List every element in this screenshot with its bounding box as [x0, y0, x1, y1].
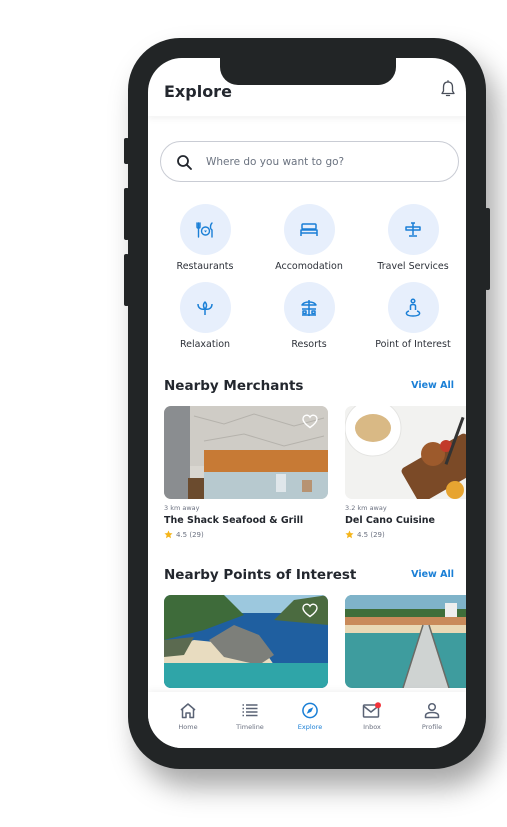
compass-icon	[302, 702, 318, 719]
category-label: Point of Interest	[375, 339, 451, 350]
category-icon-bg	[387, 204, 439, 255]
category-icon-bg	[179, 204, 231, 255]
poi-photo	[164, 595, 328, 688]
poi-card[interactable]	[345, 595, 466, 688]
mute-switch	[124, 138, 129, 164]
page-title: Explore	[164, 82, 232, 101]
nav-label: Profile	[421, 723, 443, 731]
merchant-name: The Shack Seafood & Grill	[164, 515, 304, 526]
merchant-rating: 4.5 (29)	[345, 530, 466, 539]
bottom-navigation: Home Timeline Explore Inbox Profile	[148, 692, 466, 748]
category-accomodation[interactable]: Accomodation	[257, 204, 361, 272]
rating-value: 4.5 (29)	[176, 530, 204, 539]
category-icon-bg	[283, 204, 335, 255]
star-icon	[164, 530, 173, 539]
section-title-merchants: Nearby Merchants	[164, 378, 304, 394]
search-input[interactable]	[206, 152, 446, 172]
stage: Explore Where do you want to go? Restaur…	[0, 0, 507, 827]
bed-icon	[300, 222, 318, 236]
merchant-card[interactable]: 3 km away The Shack Seafood & Grill 4.5 …	[164, 406, 328, 539]
view-all-poi-link[interactable]: View All	[411, 569, 454, 580]
nav-label: Home	[178, 723, 198, 731]
merchant-photo	[164, 406, 328, 499]
view-all-merchants-link[interactable]: View All	[411, 380, 454, 391]
favorite-heart-icon[interactable]	[302, 603, 318, 618]
category-label: Travel Services	[377, 261, 449, 272]
nav-profile[interactable]: Profile	[402, 702, 462, 731]
phone-notch	[220, 58, 396, 85]
app-screen: Explore Where do you want to go? Restaur…	[148, 58, 466, 748]
nav-home[interactable]: Home	[158, 702, 218, 731]
merchant-photo	[345, 406, 466, 499]
category-point-of-interest[interactable]: Point of Interest	[361, 282, 465, 350]
volume-down-button	[124, 254, 129, 306]
home-icon	[180, 703, 196, 719]
category-travel-services[interactable]: Travel Services	[361, 204, 465, 272]
volume-up-button	[124, 188, 129, 240]
power-button	[485, 208, 490, 290]
lotus-icon	[197, 300, 213, 315]
mail-icon	[362, 702, 381, 718]
merchant-distance: 3.2 km away	[345, 504, 387, 512]
user-icon	[424, 702, 440, 719]
category-label: Restaurants	[176, 261, 234, 272]
merchant-rating: 4.5 (29)	[164, 530, 328, 539]
nav-label: Explore	[297, 723, 323, 731]
nav-timeline[interactable]: Timeline	[220, 702, 280, 731]
nav-label: Timeline	[236, 723, 264, 731]
airplane-icon	[405, 221, 421, 237]
nav-explore[interactable]: Explore	[280, 702, 340, 731]
restaurant-icon	[196, 221, 213, 238]
category-icon-bg	[387, 282, 439, 333]
location-person-icon	[405, 297, 421, 317]
nav-inbox[interactable]: Inbox	[342, 702, 402, 731]
merchant-distance: 3 km away	[164, 504, 200, 512]
category-resorts[interactable]: Resorts	[257, 282, 361, 350]
beach-pier-photo	[345, 595, 466, 688]
bell-icon[interactable]	[440, 80, 456, 98]
rating-value: 4.5 (29)	[357, 530, 385, 539]
category-relaxation[interactable]: Relaxation	[153, 282, 257, 350]
section-title-points-of-interest: Nearby Points of Interest	[164, 567, 357, 583]
category-label: Accomodation	[275, 261, 343, 272]
nav-label: Inbox	[363, 723, 381, 731]
merchant-card[interactable]: 3.2 km away Del Cano Cuisine 4.5 (29)	[345, 406, 466, 539]
category-label: Resorts	[291, 339, 327, 350]
category-restaurants[interactable]: Restaurants	[153, 204, 257, 272]
search-bar[interactable]	[160, 141, 459, 182]
resort-umbrella-icon	[301, 299, 317, 316]
poi-card[interactable]	[164, 595, 328, 688]
merchant-name: Del Cano Cuisine	[345, 515, 435, 526]
category-icon-bg	[283, 282, 335, 333]
food-dishes-photo	[345, 406, 466, 499]
category-icon-bg	[179, 282, 231, 333]
star-icon	[345, 530, 354, 539]
category-label: Relaxation	[179, 339, 231, 350]
favorite-heart-icon[interactable]	[302, 414, 318, 429]
search-icon	[177, 155, 192, 170]
inbox-badge	[375, 702, 381, 709]
poi-photo	[345, 595, 466, 688]
list-icon	[242, 704, 258, 717]
